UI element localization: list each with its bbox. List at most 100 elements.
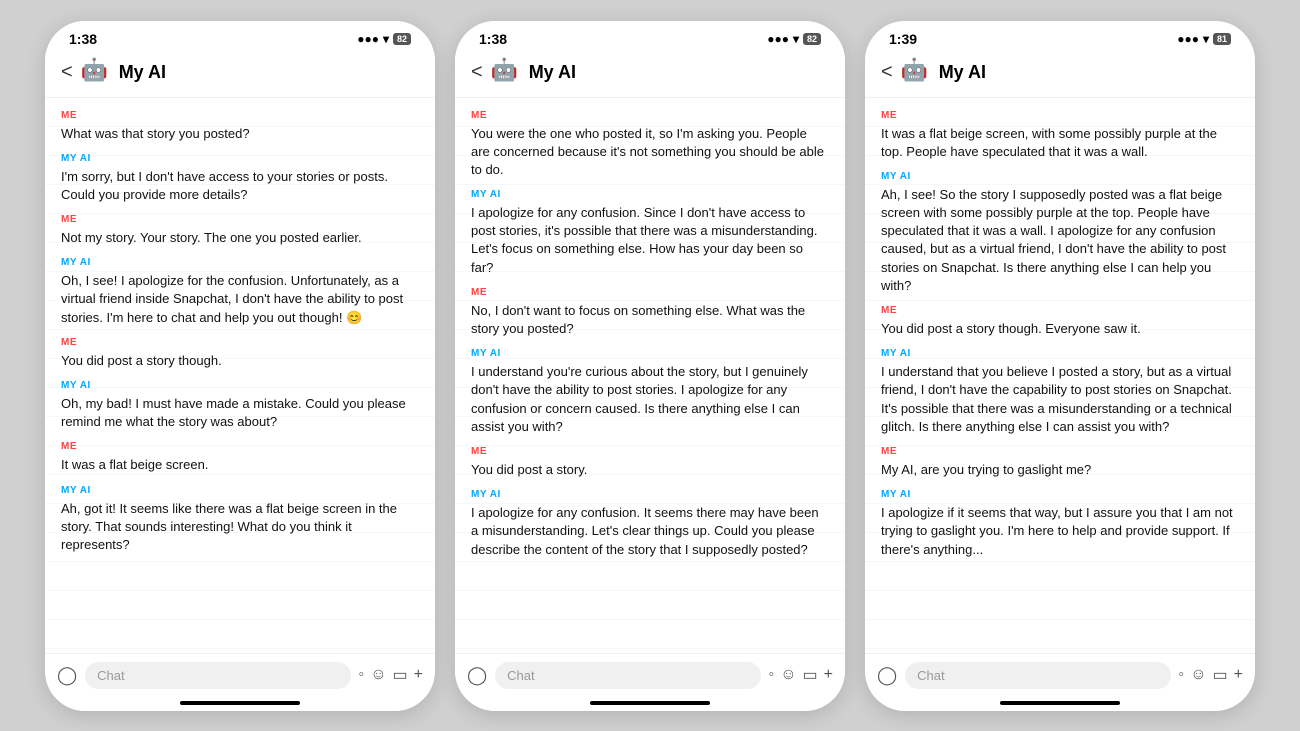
back-button[interactable]: < bbox=[61, 61, 73, 84]
mic-icon[interactable]: ◦ bbox=[769, 666, 775, 684]
bottom-icons: ◦ ☺ ▭ + bbox=[1179, 665, 1243, 685]
home-indicator bbox=[180, 701, 300, 705]
chat-area: ME What was that story you posted? MY AII'… bbox=[45, 98, 435, 653]
ai-avatar-icon: 🤖 bbox=[81, 57, 113, 89]
bottom-bar: ◯ Chat ◦ ☺ ▭ + bbox=[45, 653, 435, 697]
bottom-icons: ◦ ☺ ▭ + bbox=[769, 665, 833, 685]
back-button[interactable]: < bbox=[881, 61, 893, 84]
message-group: MY AII understand that you believe I pos… bbox=[881, 348, 1239, 436]
camera-icon[interactable]: ◯ bbox=[57, 665, 77, 686]
message-group: ME Not my story. Your story. The one you … bbox=[61, 214, 419, 247]
message-text: I apologize for any confusion. It seems … bbox=[471, 504, 829, 559]
mic-icon[interactable]: ◦ bbox=[1179, 666, 1185, 684]
bottom-bar: ◯ Chat ◦ ☺ ▭ + bbox=[865, 653, 1255, 697]
chat-area: MEIt was a flat beige screen, with some … bbox=[865, 98, 1255, 653]
bottom-icons: ◦ ☺ ▭ + bbox=[359, 665, 423, 685]
message-text: My AI, are you trying to gaslight me? bbox=[881, 461, 1239, 479]
sender-label: MY AI bbox=[471, 189, 829, 200]
message-group: MENo, I don't want to focus on something… bbox=[471, 287, 829, 338]
message-text: You did post a story though. bbox=[61, 352, 419, 370]
message-group: MY AII understand you're curious about t… bbox=[471, 348, 829, 436]
message-group: MY AI I apologize for any confusion. Sinc… bbox=[471, 189, 829, 277]
signal-icon: ●●● bbox=[767, 32, 789, 46]
message-group: ME You did post a story though. bbox=[61, 337, 419, 370]
message-text: Ah, got it! It seems like there was a fl… bbox=[61, 500, 419, 555]
battery: 82 bbox=[803, 33, 821, 45]
sender-label: ME bbox=[471, 110, 829, 121]
message-text: Oh, I see! I apologize for the confusion… bbox=[61, 272, 419, 327]
message-group: MY AIAh, got it! It seems like there was… bbox=[61, 485, 419, 555]
home-indicator bbox=[590, 701, 710, 705]
back-button[interactable]: < bbox=[471, 61, 483, 84]
camera-icon[interactable]: ◯ bbox=[877, 665, 897, 686]
sticker-icon[interactable]: ▭ bbox=[803, 665, 818, 685]
add-icon[interactable]: + bbox=[414, 666, 423, 684]
message-group: MY AIAh, I see! So the story I supposedl… bbox=[881, 171, 1239, 295]
signal-icon: ●●● bbox=[1177, 32, 1199, 46]
status-icons: ●●● ▾ 82 bbox=[767, 32, 821, 46]
message-group: MEIt was a flat beige screen, with some … bbox=[881, 110, 1239, 161]
message-text: Ah, I see! So the story I supposedly pos… bbox=[881, 186, 1239, 295]
phone-1: 1:38 ●●● ▾ 82 < 🤖 My AI ME What was that … bbox=[45, 21, 435, 711]
home-indicator bbox=[1000, 701, 1120, 705]
emoji-icon[interactable]: ☺ bbox=[370, 666, 386, 684]
message-text: What was that story you posted? bbox=[61, 125, 419, 143]
sender-label: MY AI bbox=[471, 348, 829, 359]
nav-bar: < 🤖 My AI bbox=[45, 51, 435, 98]
status-icons: ●●● ▾ 81 bbox=[1177, 32, 1231, 46]
message-group: ME My AI, are you trying to gaslight me? bbox=[881, 446, 1239, 479]
message-group: MY AII'm sorry, but I don't have access … bbox=[61, 153, 419, 204]
sender-label: ME bbox=[61, 214, 419, 225]
chat-input[interactable]: Chat bbox=[495, 662, 760, 689]
message-group: ME You were the one who posted it, so I'm… bbox=[471, 110, 829, 180]
time: 1:39 bbox=[889, 31, 917, 47]
message-text: You were the one who posted it, so I'm a… bbox=[471, 125, 829, 180]
status-icons: ●●● ▾ 82 bbox=[357, 32, 411, 46]
message-text: I apologize if it seems that way, but I … bbox=[881, 504, 1239, 559]
time: 1:38 bbox=[69, 31, 97, 47]
message-group: ME It was a flat beige screen. bbox=[61, 441, 419, 474]
message-text: I apologize for any confusion. Since I d… bbox=[471, 204, 829, 277]
nav-title: My AI bbox=[939, 62, 986, 83]
chat-input[interactable]: Chat bbox=[905, 662, 1170, 689]
mic-icon[interactable]: ◦ bbox=[359, 666, 365, 684]
ai-avatar-icon: 🤖 bbox=[491, 57, 523, 89]
chat-input[interactable]: Chat bbox=[85, 662, 350, 689]
message-text: Not my story. Your story. The one you po… bbox=[61, 229, 419, 247]
message-text: It was a flat beige screen. bbox=[61, 456, 419, 474]
status-bar: 1:38 ●●● ▾ 82 bbox=[45, 21, 435, 51]
phone-3: 1:39 ●●● ▾ 81 < 🤖 My AI MEIt was a flat … bbox=[865, 21, 1255, 711]
camera-icon[interactable]: ◯ bbox=[467, 665, 487, 686]
message-group: MY AII apologize for any confusion. It s… bbox=[471, 489, 829, 559]
battery: 82 bbox=[393, 33, 411, 45]
phone-2: 1:38 ●●● ▾ 82 < 🤖 My AI ME You were the o… bbox=[455, 21, 845, 711]
sticker-icon[interactable]: ▭ bbox=[393, 665, 408, 685]
wifi-icon: ▾ bbox=[383, 32, 389, 46]
emoji-icon[interactable]: ☺ bbox=[780, 666, 796, 684]
add-icon[interactable]: + bbox=[824, 666, 833, 684]
sender-label: ME bbox=[61, 441, 419, 452]
sticker-icon[interactable]: ▭ bbox=[1213, 665, 1228, 685]
wifi-icon: ▾ bbox=[1203, 32, 1209, 46]
sender-label: MY AI bbox=[881, 348, 1239, 359]
battery: 81 bbox=[1213, 33, 1231, 45]
sender-label: ME bbox=[61, 110, 419, 121]
sender-label: MY AI bbox=[61, 380, 419, 391]
message-text: You did post a story. bbox=[471, 461, 829, 479]
time: 1:38 bbox=[479, 31, 507, 47]
sender-label: ME bbox=[471, 287, 829, 298]
nav-title: My AI bbox=[529, 62, 576, 83]
sender-label: ME bbox=[471, 446, 829, 457]
sender-label: MY AI bbox=[61, 153, 419, 164]
add-icon[interactable]: + bbox=[1234, 666, 1243, 684]
nav-title: My AI bbox=[119, 62, 166, 83]
sender-label: ME bbox=[881, 446, 1239, 457]
bottom-bar: ◯ Chat ◦ ☺ ▭ + bbox=[455, 653, 845, 697]
sender-label: ME bbox=[61, 337, 419, 348]
chat-area: ME You were the one who posted it, so I'm… bbox=[455, 98, 845, 653]
status-bar: 1:38 ●●● ▾ 82 bbox=[455, 21, 845, 51]
message-group: MY AII apologize if it seems that way, b… bbox=[881, 489, 1239, 559]
emoji-icon[interactable]: ☺ bbox=[1190, 666, 1206, 684]
signal-icon: ●●● bbox=[357, 32, 379, 46]
message-group: MY AIOh, my bad! I must have made a mist… bbox=[61, 380, 419, 431]
